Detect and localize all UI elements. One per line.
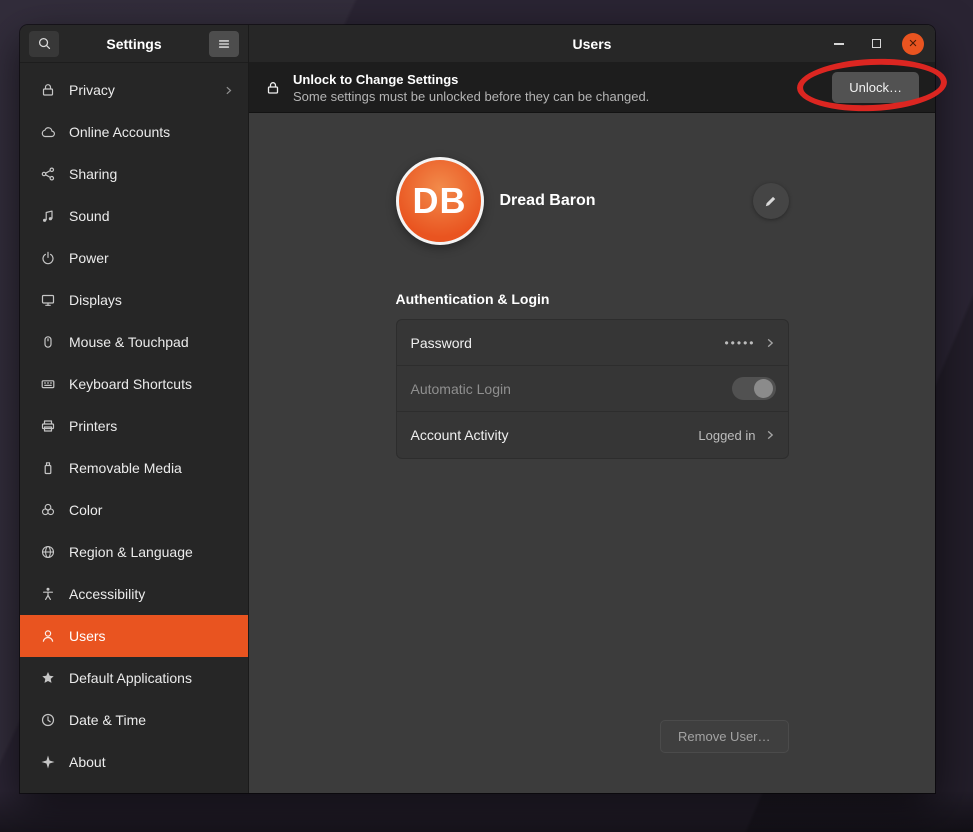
toggle-knob <box>754 379 773 398</box>
sidebar-item-color[interactable]: Color <box>20 489 248 531</box>
minimize-icon <box>834 43 844 45</box>
mouse-icon <box>40 334 56 350</box>
sidebar-item-mouse-touchpad[interactable]: Mouse & Touchpad <box>20 321 248 363</box>
sidebar-item-label: Power <box>69 250 109 266</box>
sidebar-item-removable-media[interactable]: Removable Media <box>20 447 248 489</box>
sidebar-item-label: Displays <box>69 292 122 308</box>
window-controls: × <box>828 33 935 55</box>
user-avatar[interactable]: DB <box>396 157 484 245</box>
sidebar-item-about[interactable]: About <box>20 741 248 783</box>
banner-title: Unlock to Change Settings <box>293 72 649 87</box>
sidebar-item-label: Accessibility <box>69 586 145 602</box>
main-headerbar: Users × <box>249 25 935 63</box>
password-value: ••••• <box>724 336 755 350</box>
sidebar-headerbar: Settings <box>20 25 248 63</box>
main-panel: Users × Unlock to Change Settings Some s… <box>249 25 935 793</box>
sidebar: Settings Privacy Online Accounts <box>20 25 249 793</box>
sidebar-list: Privacy Online Accounts Sharing Sound <box>20 63 248 793</box>
pencil-icon <box>763 194 778 209</box>
chevron-right-icon <box>764 429 776 441</box>
password-label: Password <box>411 335 472 351</box>
automatic-login-row: Automatic Login <box>397 366 788 412</box>
power-icon <box>40 250 56 266</box>
remove-user-button[interactable]: Remove User… <box>660 720 788 753</box>
users-icon <box>40 628 56 644</box>
sidebar-item-default-applications[interactable]: Default Applications <box>20 657 248 699</box>
search-button[interactable] <box>29 31 59 57</box>
users-content: DB Dread Baron Authentication & Login Pa… <box>249 113 935 793</box>
sidebar-item-label: Sound <box>69 208 109 224</box>
automatic-login-label: Automatic Login <box>411 381 511 397</box>
sidebar-item-label: Date & Time <box>69 712 146 728</box>
sidebar-item-keyboard-shortcuts[interactable]: Keyboard Shortcuts <box>20 363 248 405</box>
menu-button[interactable] <box>209 31 239 57</box>
close-button[interactable]: × <box>902 33 924 55</box>
globe-icon <box>40 544 56 560</box>
share-icon <box>40 166 56 182</box>
maximize-button[interactable] <box>865 33 887 55</box>
settings-window: Settings Privacy Online Accounts <box>20 25 935 793</box>
flash-drive-icon <box>40 460 56 476</box>
account-activity-value: Logged in <box>698 428 755 443</box>
sidebar-item-region-language[interactable]: Region & Language <box>20 531 248 573</box>
sidebar-item-label: Mouse & Touchpad <box>69 334 189 350</box>
sidebar-item-label: Color <box>69 502 102 518</box>
sidebar-item-label: About <box>69 754 106 770</box>
desktop-background: Settings Privacy Online Accounts <box>0 0 973 832</box>
user-identity-row: DB Dread Baron <box>396 157 789 245</box>
sidebar-item-online-accounts[interactable]: Online Accounts <box>20 111 248 153</box>
maximize-icon <box>872 39 881 48</box>
sidebar-item-date-time[interactable]: Date & Time <box>20 699 248 741</box>
sidebar-item-printers[interactable]: Printers <box>20 405 248 447</box>
sidebar-item-label: Keyboard Shortcuts <box>69 376 192 392</box>
sidebar-item-sharing[interactable]: Sharing <box>20 153 248 195</box>
star-icon <box>40 670 56 686</box>
music-note-icon <box>40 208 56 224</box>
chevron-right-icon <box>764 337 776 349</box>
user-name: Dread Baron <box>500 192 596 210</box>
clock-icon <box>40 712 56 728</box>
keyboard-icon <box>40 376 56 392</box>
search-icon <box>37 36 52 51</box>
printer-icon <box>40 418 56 434</box>
sidebar-item-displays[interactable]: Displays <box>20 279 248 321</box>
banner-text: Unlock to Change Settings Some settings … <box>293 72 649 104</box>
minimize-button[interactable] <box>828 33 850 55</box>
sidebar-item-accessibility[interactable]: Accessibility <box>20 573 248 615</box>
sidebar-item-label: Printers <box>69 418 117 434</box>
lock-icon <box>265 80 281 96</box>
sidebar-item-label: Default Applications <box>69 670 192 686</box>
banner-subtitle: Some settings must be unlocked before th… <box>293 89 649 104</box>
sidebar-item-label: Users <box>69 628 106 644</box>
color-circles-icon <box>40 502 56 518</box>
sidebar-item-users[interactable]: Users <box>20 615 248 657</box>
account-activity-row[interactable]: Account Activity Logged in <box>397 412 788 458</box>
sidebar-item-label: Sharing <box>69 166 117 182</box>
accessibility-icon <box>40 586 56 602</box>
sparkle-icon <box>40 754 56 770</box>
password-row[interactable]: Password ••••• <box>397 320 788 366</box>
unlock-button[interactable]: Unlock… <box>832 72 919 103</box>
sidebar-item-power[interactable]: Power <box>20 237 248 279</box>
close-icon: × <box>909 36 918 51</box>
unlock-banner: Unlock to Change Settings Some settings … <box>249 63 935 113</box>
hamburger-menu-icon <box>217 37 231 51</box>
lock-icon <box>40 82 56 98</box>
automatic-login-toggle[interactable] <box>732 377 776 400</box>
account-activity-label: Account Activity <box>411 427 509 443</box>
sidebar-item-label: Privacy <box>69 82 115 98</box>
sidebar-item-privacy[interactable]: Privacy <box>20 69 248 111</box>
sidebar-item-label: Region & Language <box>69 544 193 560</box>
cloud-icon <box>40 124 56 140</box>
authentication-card: Password ••••• Automatic Login Account A… <box>396 319 789 459</box>
sidebar-item-label: Online Accounts <box>69 124 170 140</box>
edit-name-button[interactable] <box>753 183 789 219</box>
section-title-authentication: Authentication & Login <box>396 291 789 307</box>
sidebar-item-sound[interactable]: Sound <box>20 195 248 237</box>
chevron-right-icon <box>223 85 234 96</box>
sidebar-item-label: Removable Media <box>69 460 182 476</box>
bottom-actions: Remove User… <box>396 720 789 753</box>
display-icon <box>40 292 56 308</box>
